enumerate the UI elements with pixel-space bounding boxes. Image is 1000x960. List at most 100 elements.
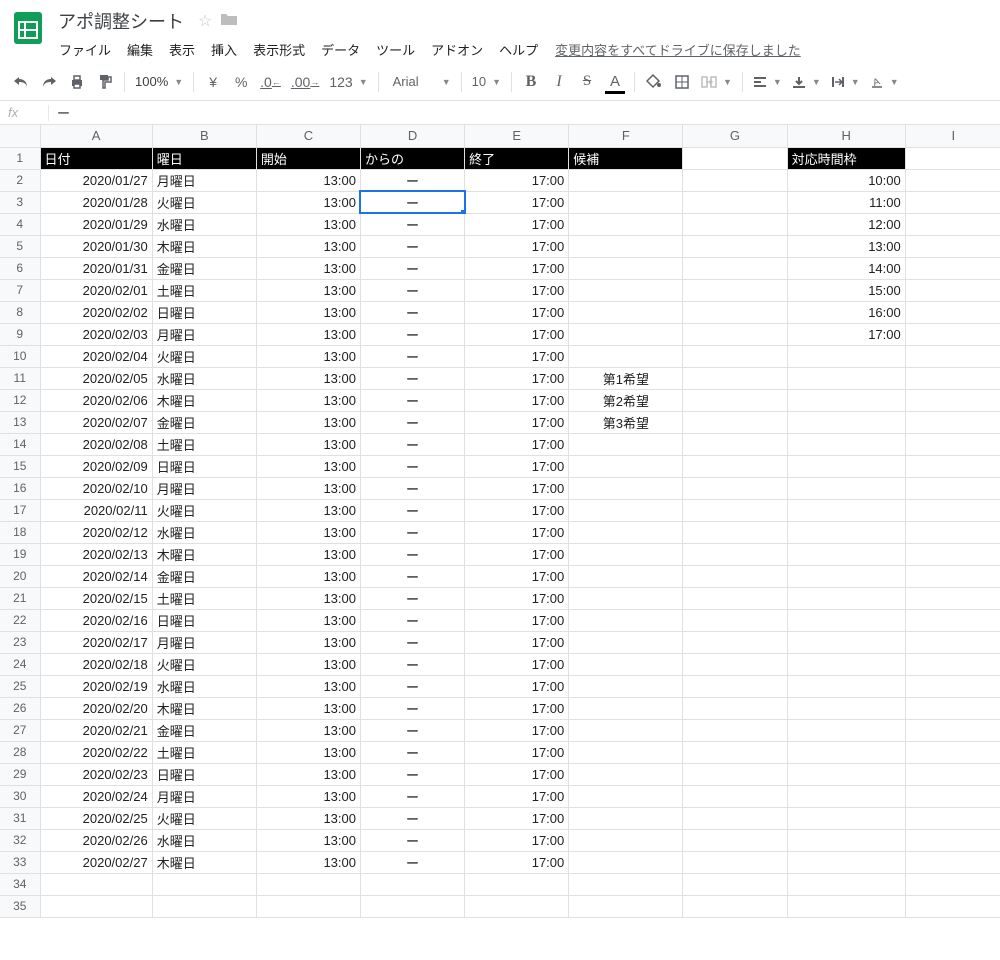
cell-G30[interactable] (683, 785, 787, 807)
cell-D4[interactable]: ー (360, 213, 464, 235)
cell-A18[interactable]: 2020/02/12 (40, 521, 152, 543)
cell-A16[interactable]: 2020/02/10 (40, 477, 152, 499)
cell-C7[interactable]: 13:00 (256, 279, 360, 301)
col-header-F[interactable]: F (569, 125, 683, 147)
cell-H8[interactable]: 16:00 (787, 301, 905, 323)
cell-A19[interactable]: 2020/02/13 (40, 543, 152, 565)
row-header-32[interactable]: 32 (0, 829, 40, 851)
cell-A9[interactable]: 2020/02/03 (40, 323, 152, 345)
cell-B3[interactable]: 火曜日 (152, 191, 256, 213)
cell-F31[interactable] (569, 807, 683, 829)
row-header-26[interactable]: 26 (0, 697, 40, 719)
cell-E34[interactable] (465, 873, 569, 895)
cell-H21[interactable] (787, 587, 905, 609)
text-wrap-button[interactable]: ▼ (827, 69, 864, 95)
cell-C33[interactable]: 13:00 (256, 851, 360, 873)
cell-A7[interactable]: 2020/02/01 (40, 279, 152, 301)
cell-I3[interactable] (905, 191, 1000, 213)
cell-G33[interactable] (683, 851, 787, 873)
cell-C30[interactable]: 13:00 (256, 785, 360, 807)
cell-I24[interactable] (905, 653, 1000, 675)
cell-F28[interactable] (569, 741, 683, 763)
cell-D32[interactable]: ー (360, 829, 464, 851)
cell-H10[interactable] (787, 345, 905, 367)
cell-H27[interactable] (787, 719, 905, 741)
cell-C4[interactable]: 13:00 (256, 213, 360, 235)
cell-B16[interactable]: 月曜日 (152, 477, 256, 499)
cell-A11[interactable]: 2020/02/05 (40, 367, 152, 389)
cell-G17[interactable] (683, 499, 787, 521)
cell-E19[interactable]: 17:00 (465, 543, 569, 565)
cell-I15[interactable] (905, 455, 1000, 477)
cell-C15[interactable]: 13:00 (256, 455, 360, 477)
cell-B17[interactable]: 火曜日 (152, 499, 256, 521)
menu-表示形式[interactable]: 表示形式 (246, 36, 312, 63)
cell-A30[interactable]: 2020/02/24 (40, 785, 152, 807)
cell-G20[interactable] (683, 565, 787, 587)
cell-E25[interactable]: 17:00 (465, 675, 569, 697)
cell-E11[interactable]: 17:00 (465, 367, 569, 389)
cell-A12[interactable]: 2020/02/06 (40, 389, 152, 411)
menu-挿入[interactable]: 挿入 (204, 36, 244, 63)
row-header-18[interactable]: 18 (0, 521, 40, 543)
cell-B31[interactable]: 火曜日 (152, 807, 256, 829)
cell-C29[interactable]: 13:00 (256, 763, 360, 785)
percent-format-button[interactable]: % (228, 69, 254, 95)
cell-I20[interactable] (905, 565, 1000, 587)
cell-I1[interactable] (905, 147, 1000, 169)
cell-G1[interactable] (683, 147, 787, 169)
cell-F17[interactable] (569, 499, 683, 521)
cell-I32[interactable] (905, 829, 1000, 851)
cell-F18[interactable] (569, 521, 683, 543)
cell-C20[interactable]: 13:00 (256, 565, 360, 587)
cell-H25[interactable] (787, 675, 905, 697)
cell-G28[interactable] (683, 741, 787, 763)
cell-D28[interactable]: ー (360, 741, 464, 763)
cell-D26[interactable]: ー (360, 697, 464, 719)
cell-D24[interactable]: ー (360, 653, 464, 675)
select-all-cell[interactable] (0, 125, 40, 147)
cell-H4[interactable]: 12:00 (787, 213, 905, 235)
cell-I7[interactable] (905, 279, 1000, 301)
cell-B19[interactable]: 木曜日 (152, 543, 256, 565)
cell-I33[interactable] (905, 851, 1000, 873)
cell-A33[interactable]: 2020/02/27 (40, 851, 152, 873)
cell-H26[interactable] (787, 697, 905, 719)
document-title[interactable]: アポ調整シート (52, 6, 190, 36)
cell-A15[interactable]: 2020/02/09 (40, 455, 152, 477)
cell-B5[interactable]: 木曜日 (152, 235, 256, 257)
row-header-27[interactable]: 27 (0, 719, 40, 741)
cell-I6[interactable] (905, 257, 1000, 279)
merge-cells-button[interactable]: ▼ (697, 69, 736, 95)
row-header-12[interactable]: 12 (0, 389, 40, 411)
cell-B34[interactable] (152, 873, 256, 895)
save-status[interactable]: 変更内容をすべてドライブに保存しました (555, 40, 801, 59)
cell-A8[interactable]: 2020/02/02 (40, 301, 152, 323)
cell-A6[interactable]: 2020/01/31 (40, 257, 152, 279)
row-header-3[interactable]: 3 (0, 191, 40, 213)
cell-A3[interactable]: 2020/01/28 (40, 191, 152, 213)
cell-B14[interactable]: 土曜日 (152, 433, 256, 455)
cell-D11[interactable]: ー (360, 367, 464, 389)
strikethrough-button[interactable]: S (574, 69, 600, 95)
cell-F11[interactable]: 第1希望 (569, 367, 683, 389)
cell-A24[interactable]: 2020/02/18 (40, 653, 152, 675)
cell-D3[interactable]: ー (360, 191, 464, 213)
cell-B15[interactable]: 日曜日 (152, 455, 256, 477)
cell-B35[interactable] (152, 895, 256, 917)
menu-ファイル[interactable]: ファイル (52, 36, 118, 63)
cell-B27[interactable]: 金曜日 (152, 719, 256, 741)
cell-F4[interactable] (569, 213, 683, 235)
cell-I2[interactable] (905, 169, 1000, 191)
cell-H15[interactable] (787, 455, 905, 477)
cell-G34[interactable] (683, 873, 787, 895)
cell-A29[interactable]: 2020/02/23 (40, 763, 152, 785)
cell-E23[interactable]: 17:00 (465, 631, 569, 653)
cell-C16[interactable]: 13:00 (256, 477, 360, 499)
menu-編集[interactable]: 編集 (120, 36, 160, 63)
cell-F9[interactable] (569, 323, 683, 345)
cell-F6[interactable] (569, 257, 683, 279)
cell-H12[interactable] (787, 389, 905, 411)
row-header-11[interactable]: 11 (0, 367, 40, 389)
cell-A31[interactable]: 2020/02/25 (40, 807, 152, 829)
